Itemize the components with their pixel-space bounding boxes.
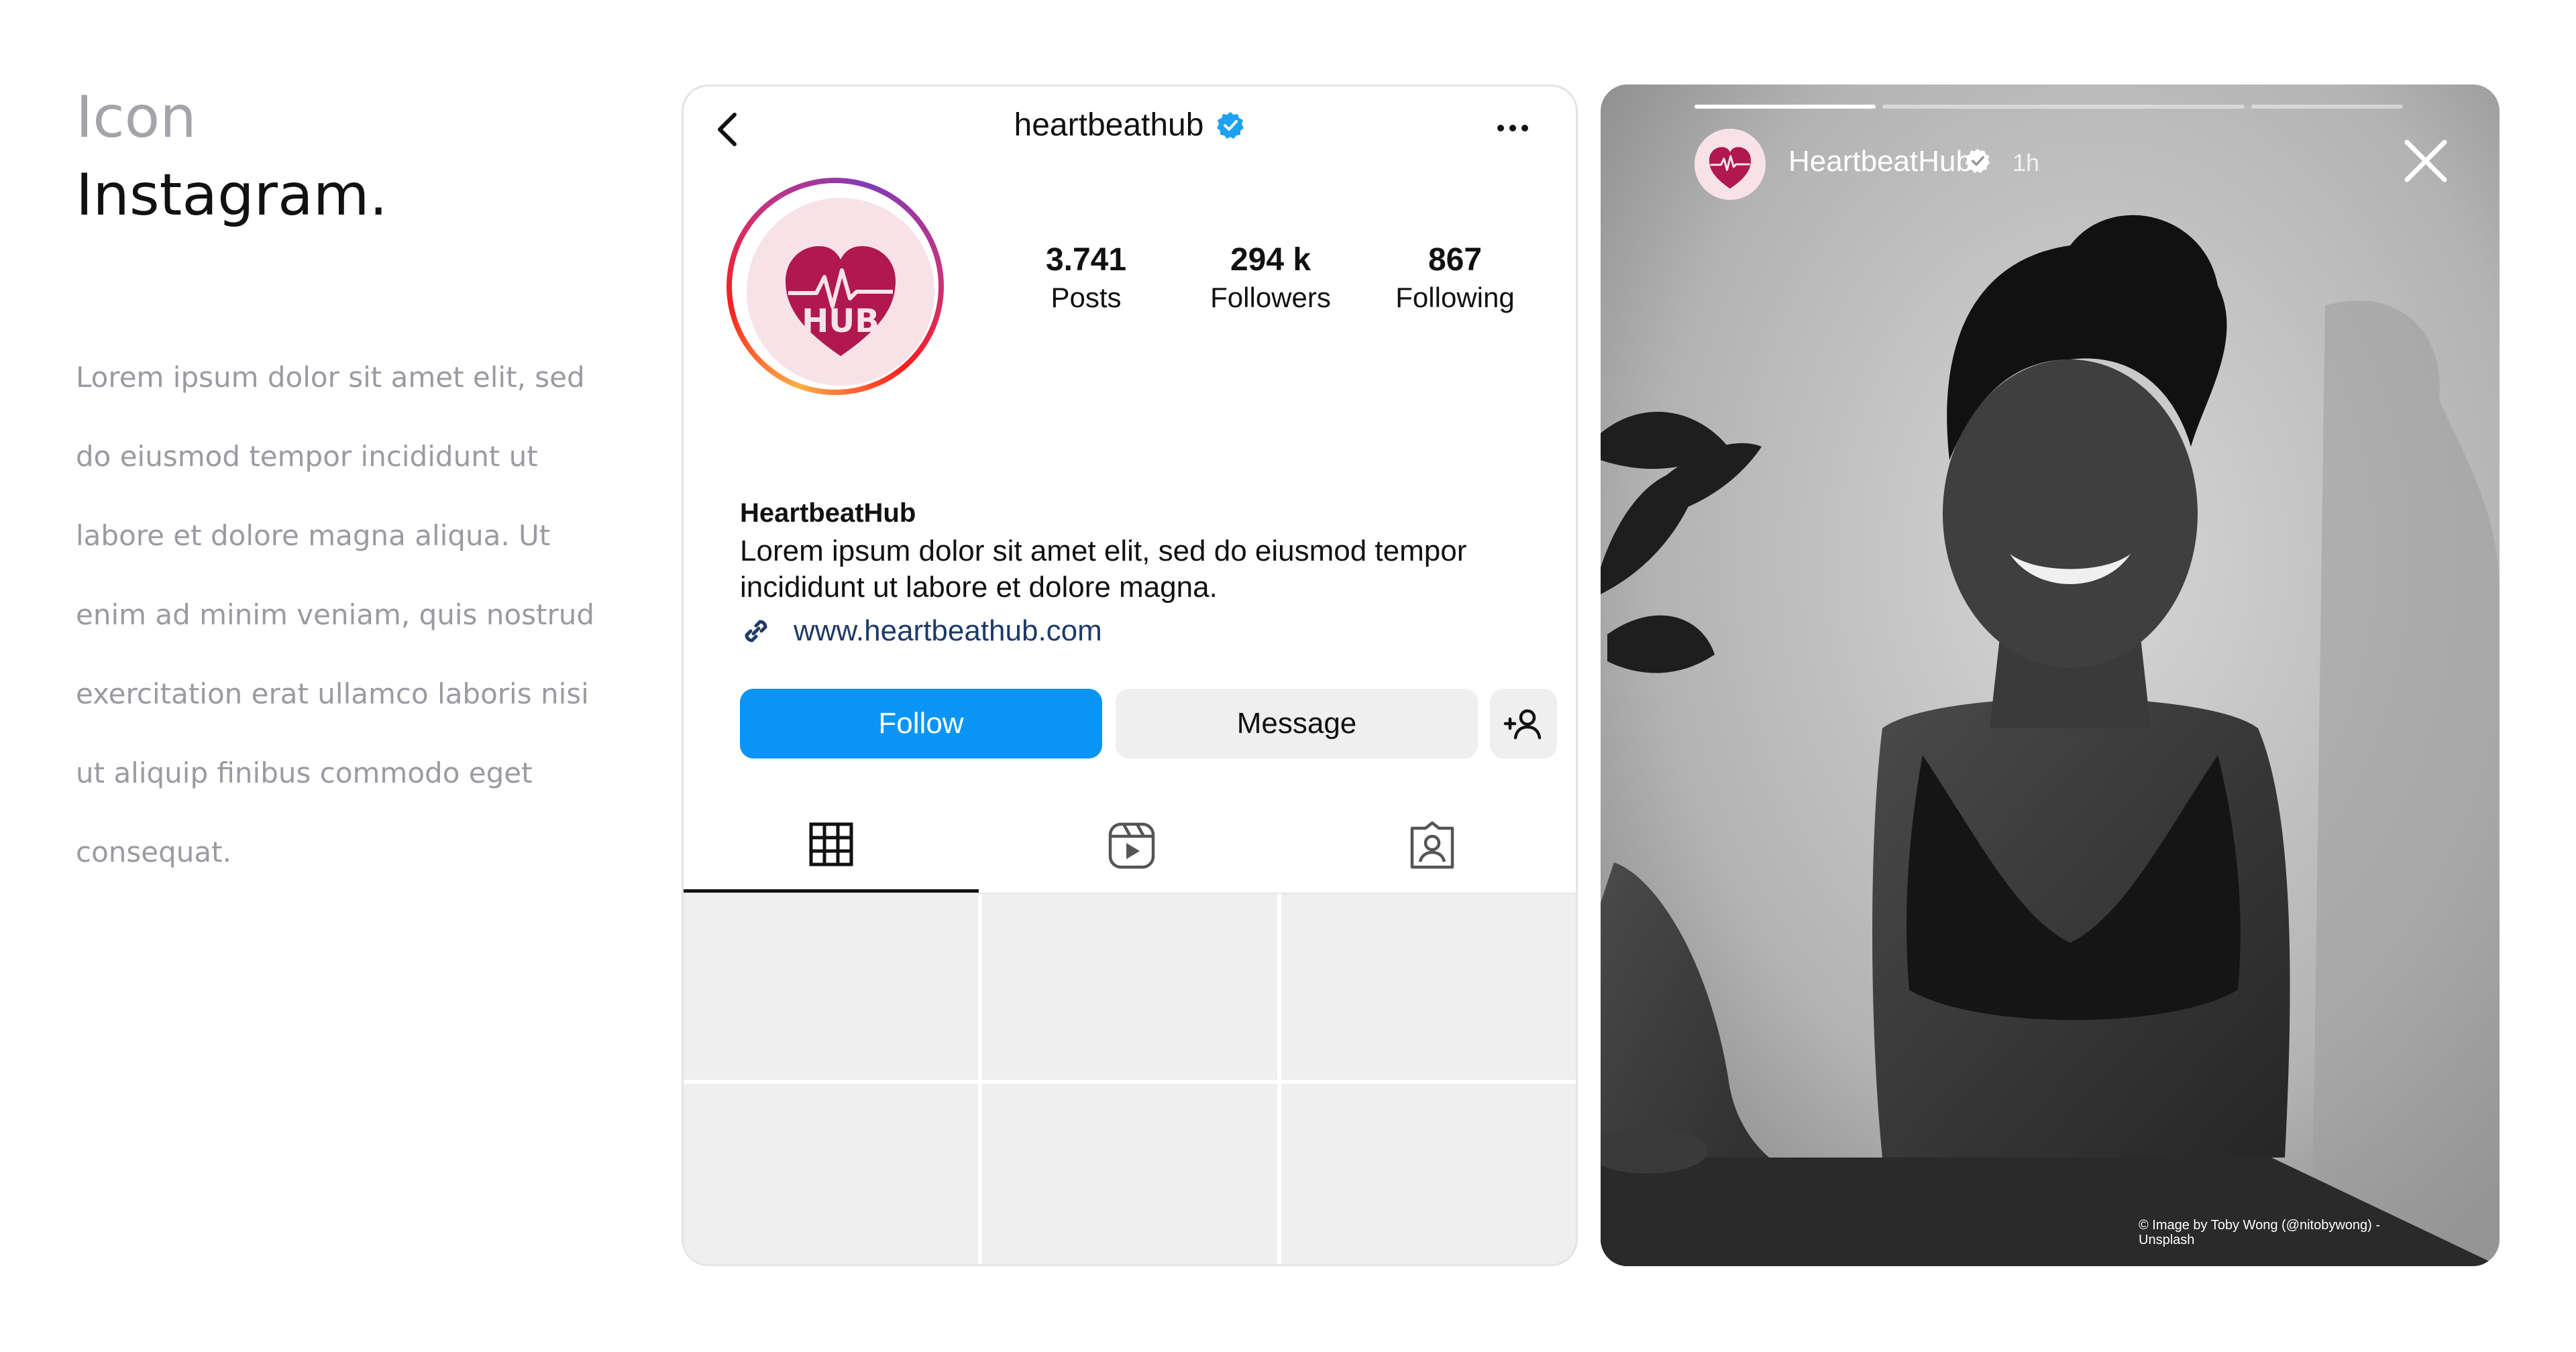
story-progress-segment: [2251, 105, 2403, 109]
story-username[interactable]: HeartbeatHub: [1788, 145, 1972, 178]
reels-icon: [1108, 822, 1155, 869]
profile-tabs: [684, 799, 1576, 894]
more-options-icon[interactable]: [1493, 113, 1533, 143]
stat-value: 294 k: [1230, 242, 1311, 278]
message-button[interactable]: Message: [1116, 689, 1478, 758]
stat-value: 3.741: [1045, 242, 1127, 278]
post-thumbnail[interactable]: [982, 1084, 1277, 1264]
intro-paragraph: Lorem ipsum dolor sit amet elit, sed do …: [76, 361, 595, 868]
link-icon: [745, 620, 767, 642]
story-progress-segment: [1695, 105, 1876, 109]
close-icon[interactable]: [2399, 134, 2453, 188]
story-timestamp: 1h: [2012, 149, 2040, 176]
tagged-icon: [1410, 821, 1454, 869]
story-card[interactable]: HeartbeatHub 1h © Image by Toby Wong (@n…: [1601, 84, 2500, 1266]
heartbeathub-logo: [1695, 129, 1766, 200]
tab-posts-grid[interactable]: [684, 799, 979, 893]
verified-badge-icon: [1965, 148, 1990, 174]
story-photo: [1601, 84, 2500, 1266]
profile-topbar: heartbeathub: [684, 87, 1576, 174]
story-progress-segment: [1882, 105, 2245, 109]
username-header: heartbeathub: [684, 107, 1576, 144]
section-label: Icon: [76, 84, 197, 151]
stat-label: Posts: [1051, 282, 1122, 313]
suggest-people-button[interactable]: [1490, 689, 1557, 758]
section-heading: Instagram.: [76, 162, 388, 229]
profile-card: heartbeathub HUB 3.741 Posts 294 k Follo…: [682, 84, 1578, 1266]
svg-text:HUB: HUB: [802, 302, 879, 340]
verified-badge-icon: [1217, 111, 1244, 139]
story-avatar[interactable]: [1695, 129, 1766, 200]
post-thumbnail[interactable]: [1281, 1084, 1576, 1264]
follow-button[interactable]: Follow: [740, 689, 1102, 758]
post-thumbnail[interactable]: [684, 1084, 979, 1264]
tab-reels[interactable]: [984, 799, 1279, 893]
stat-label: Followers: [1210, 282, 1331, 313]
stat-followers[interactable]: 294 k Followers: [1183, 241, 1358, 316]
profile-display-name: HeartbeatHub: [740, 498, 916, 528]
heartbeathub-logo: HUB: [747, 198, 934, 386]
grid-icon: [809, 822, 853, 866]
stat-value: 867: [1428, 242, 1483, 278]
website-link[interactable]: www.heartbeathub.com: [794, 614, 1102, 648]
stat-label: Following: [1395, 282, 1515, 313]
profile-stats: 3.741 Posts 294 k Followers 867 Followin…: [999, 241, 1542, 316]
stat-posts[interactable]: 3.741 Posts: [999, 241, 1173, 316]
website-link-row[interactable]: www.heartbeathub.com: [737, 612, 1102, 650]
image-credit: © Image by Toby Wong (@nitobywong) - Uns…: [2139, 1218, 2381, 1247]
profile-bio: Lorem ipsum dolor sit amet elit, sed do …: [740, 534, 1467, 604]
post-thumbnail[interactable]: [684, 894, 979, 1080]
posts-grid: [684, 894, 1576, 1264]
tab-tagged[interactable]: [1285, 799, 1576, 893]
post-thumbnail[interactable]: [1281, 894, 1576, 1080]
stat-following[interactable]: 867 Following: [1368, 241, 1542, 316]
post-thumbnail[interactable]: [982, 894, 1277, 1080]
profile-avatar[interactable]: HUB: [727, 178, 944, 395]
add-person-icon: [1503, 709, 1542, 740]
profile-username: heartbeathub: [1014, 107, 1204, 143]
